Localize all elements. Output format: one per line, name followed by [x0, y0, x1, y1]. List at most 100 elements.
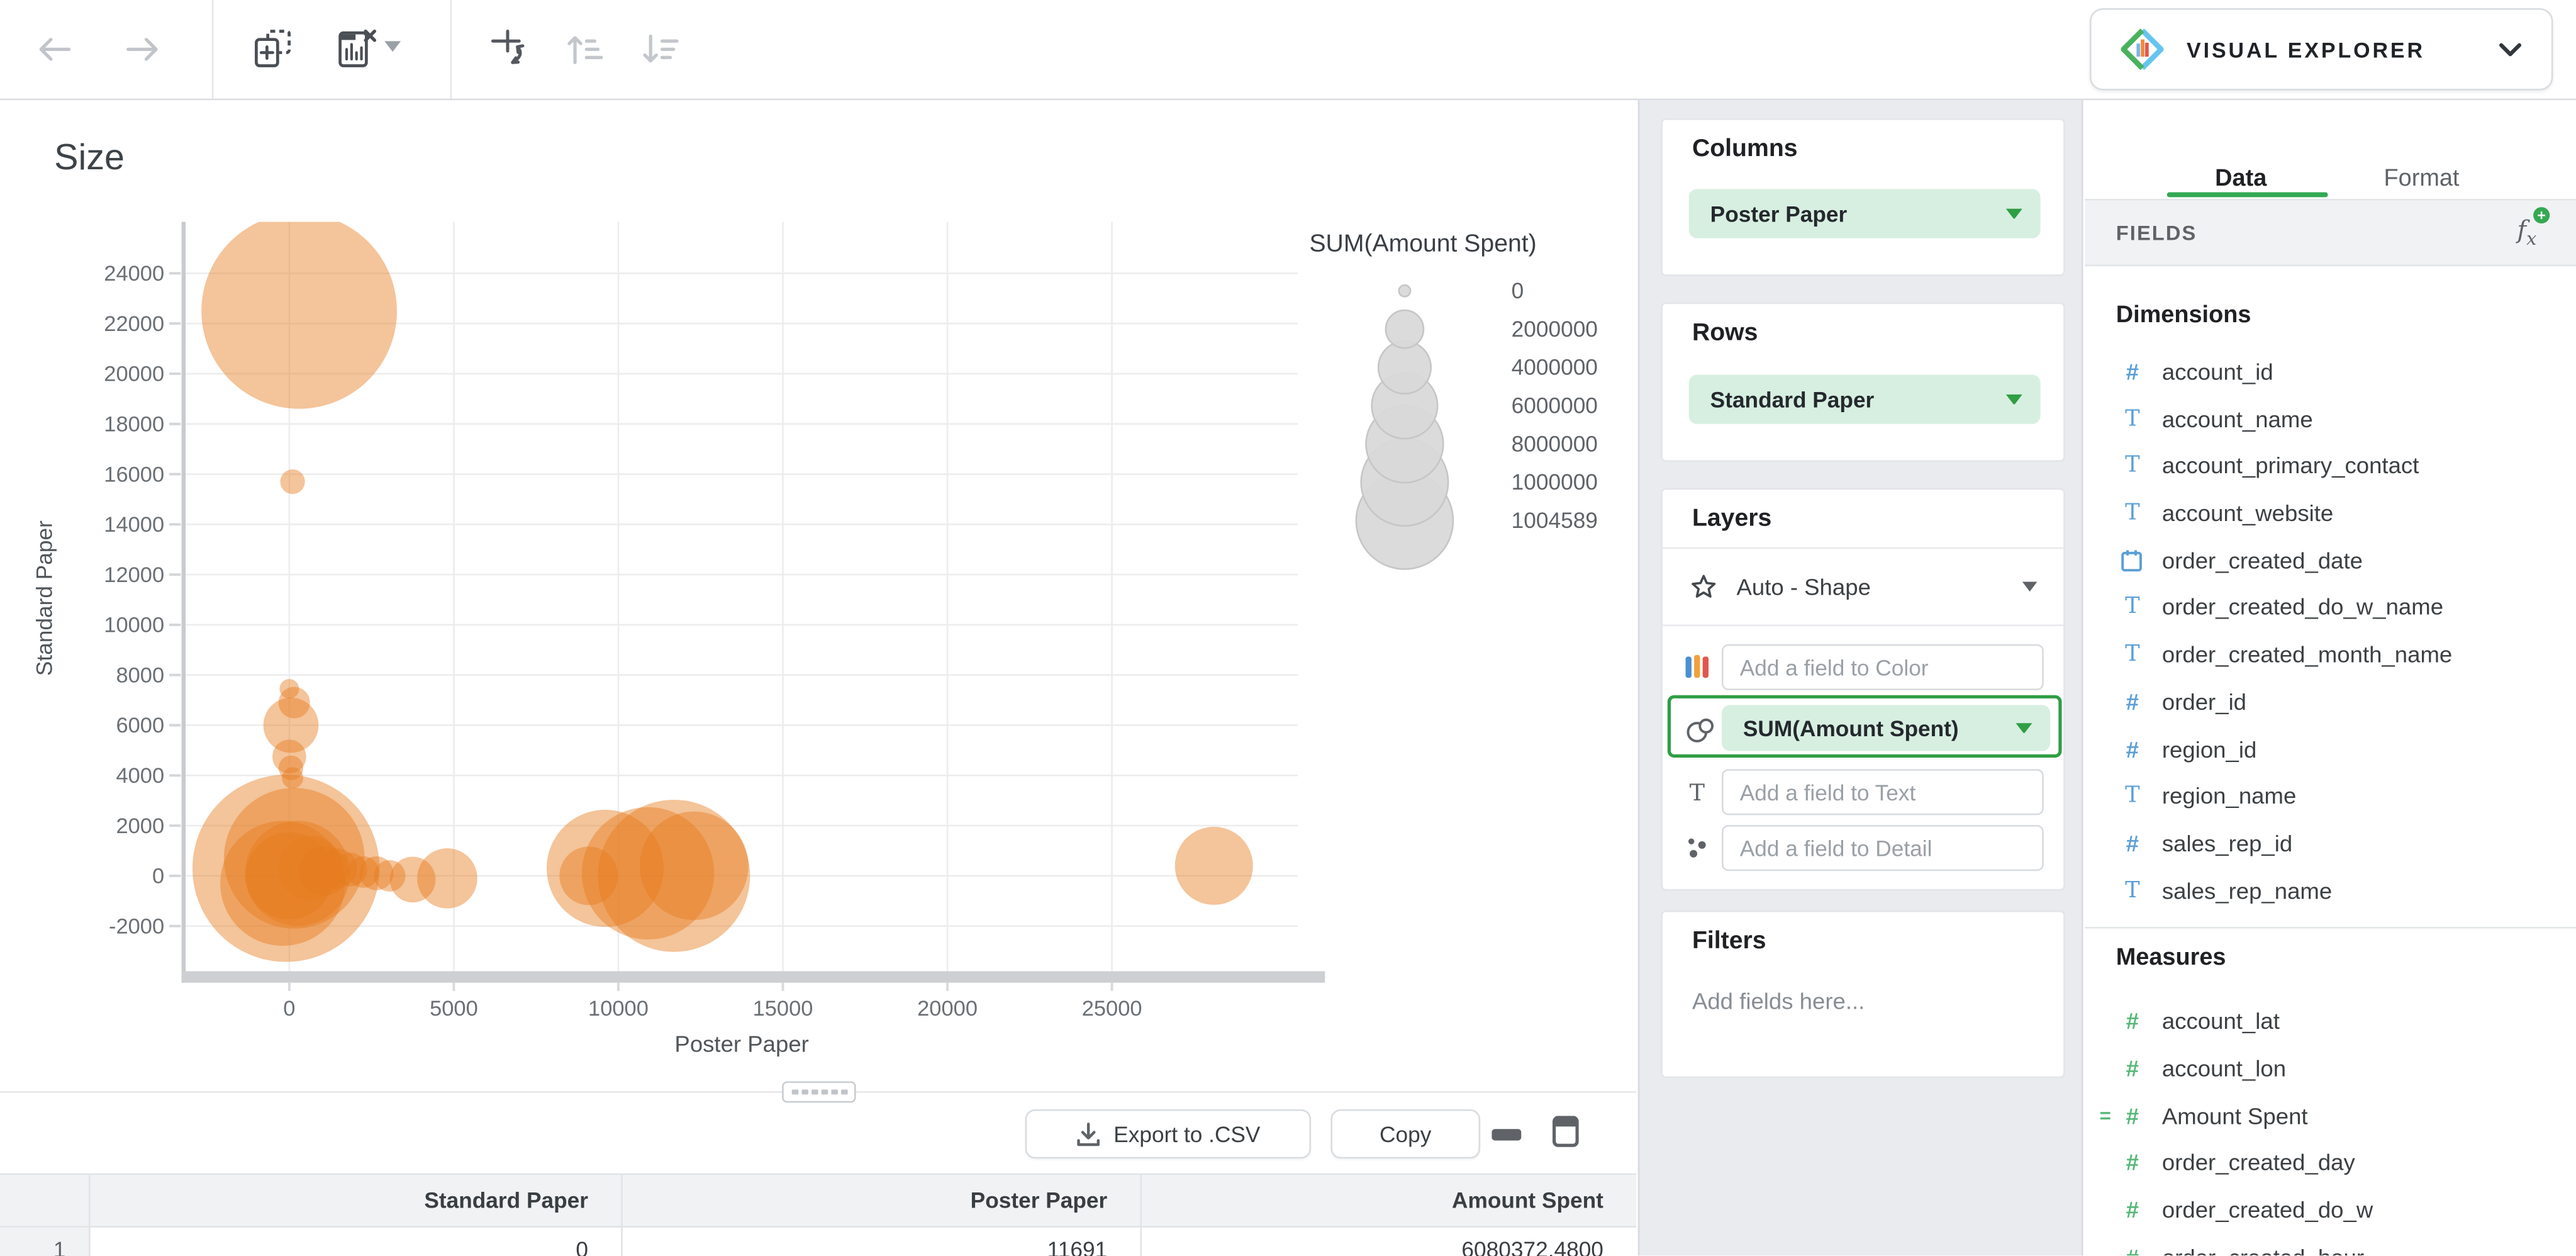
legend-circle [1378, 341, 1431, 394]
field-item[interactable]: Taccount_primary_contact [2116, 443, 2576, 490]
visual-explorer-button[interactable]: VISUAL EXPLORER [2090, 8, 2553, 91]
field-item[interactable]: #account_id [2116, 349, 2576, 396]
rows-field-pill[interactable]: Standard Paper [1689, 374, 2041, 423]
field-item[interactable]: #account_lon [2116, 1045, 2576, 1092]
row-number-header [0, 1175, 91, 1226]
svg-text:T: T [1690, 781, 1705, 804]
back-arrow-icon[interactable] [36, 36, 72, 62]
export-csv-label: Export to .CSV [1113, 1121, 1260, 1146]
color-icon [1686, 655, 1709, 680]
copy-button[interactable]: Copy [1330, 1109, 1480, 1158]
sort-ascending-icon[interactable] [562, 28, 605, 70]
tab-format[interactable]: Format [2348, 100, 2495, 221]
field-item[interactable]: =#Amount Spent [2116, 1092, 2576, 1140]
x-tick-label: 25000 [1082, 997, 1142, 1021]
bubble[interactable] [640, 812, 749, 921]
caret-down-icon [2022, 582, 2038, 592]
y-tick-label: 2000 [116, 814, 164, 838]
y-tick-label: 0 [152, 865, 164, 889]
columns-title: Columns [1692, 135, 2063, 162]
export-csv-button[interactable]: Export to .CSV [1025, 1109, 1311, 1158]
field-item[interactable]: #region_id [2116, 726, 2576, 773]
columns-card: Columns Poster Paper [1661, 118, 2065, 276]
column-header[interactable]: Amount Spent [1142, 1175, 1636, 1226]
bubble[interactable] [281, 469, 305, 494]
field-item[interactable]: Torder_created_do_w_name [2116, 584, 2576, 631]
shape-layer-row: SUM(Amount Spent) [1663, 695, 2063, 765]
size-legend: SUM(Amount Spent)02000000400000060000008… [1309, 230, 1597, 569]
result-table-header: Standard Paper Poster Paper Amount Spent [0, 1175, 1636, 1228]
active-tab-indicator [2167, 193, 2328, 198]
detail-field-input[interactable] [1722, 825, 2044, 871]
legend-label: 1000000 [1512, 470, 1598, 495]
visual-explorer-app: VISUAL EXPLORER Size 0500010000150002000… [0, 0, 2576, 1255]
sort-descending-icon[interactable] [637, 28, 680, 70]
field-item[interactable]: #sales_rep_id [2116, 820, 2576, 867]
shape-field-pill[interactable]: SUM(Amount Spent) [1722, 705, 2050, 751]
resize-handle[interactable] [782, 1081, 856, 1102]
toolbar: VISUAL EXPLORER [0, 0, 2576, 100]
swap-axes-icon[interactable] [486, 26, 532, 72]
y-axis-label: Standard Paper [32, 520, 57, 676]
shape-field-label: SUM(Amount Spent) [1743, 715, 2016, 740]
forward-arrow-icon[interactable] [125, 36, 160, 62]
table-cell: 11691 [623, 1228, 1142, 1256]
field-item[interactable]: Tregion_name [2116, 773, 2576, 820]
legend-circle [1386, 310, 1424, 348]
config-panel: Columns Poster Paper Rows Standard Paper… [1638, 100, 2083, 1255]
expand-table-icon[interactable] [1553, 1116, 1579, 1147]
filters-card[interactable]: Filters Add fields here... [1661, 911, 2065, 1078]
filters-placeholder: Add fields here... [1692, 988, 2063, 1014]
tab-data[interactable]: Data [2151, 100, 2331, 221]
measures-title: Measures [2116, 945, 2576, 988]
collapse-table-icon[interactable] [1492, 1129, 1521, 1142]
bubble-chart[interactable]: 0500010000150002000025000-20000200040006… [0, 100, 1636, 1086]
visual-explorer-logo-icon [2121, 28, 2164, 70]
table-cell: 0 [91, 1228, 623, 1256]
column-header[interactable]: Poster Paper [623, 1175, 1142, 1226]
caret-down-icon [2016, 722, 2032, 733]
add-formula-icon[interactable]: fx+ [2517, 215, 2537, 250]
copy-label: Copy [1380, 1121, 1431, 1146]
field-item[interactable]: Tsales_rep_name [2116, 867, 2576, 914]
fields-list: Dimensions #account_idTaccount_nameTacco… [2085, 266, 2576, 1255]
toolbar-separator [212, 0, 214, 99]
x-tick-label: 15000 [753, 997, 813, 1021]
table-cell: 6080372.4800 [1142, 1228, 1636, 1256]
chart-type-caret-icon[interactable] [384, 41, 401, 52]
color-field-input[interactable] [1722, 644, 2044, 690]
y-tick-label: 8000 [116, 663, 164, 687]
column-header[interactable]: Standard Paper [91, 1175, 623, 1226]
field-item[interactable]: order_created_date [2116, 537, 2576, 584]
text-field-input[interactable] [1722, 769, 2044, 815]
columns-field-pill[interactable]: Poster Paper [1689, 189, 2041, 238]
caret-down-icon [2006, 208, 2022, 219]
fields-panel: Data Format FIELDS fx+ Dimensions #accou… [2085, 100, 2576, 1255]
bubble[interactable] [201, 213, 397, 409]
field-item[interactable]: Torder_created_month_name [2116, 631, 2576, 678]
field-item[interactable]: #order_created_hour [2116, 1234, 2576, 1256]
field-item[interactable]: Taccount_name [2116, 396, 2576, 443]
y-tick-label: 18000 [104, 412, 164, 436]
y-tick-label: 22000 [104, 312, 164, 336]
mark-type-selector[interactable]: Auto - Shape [1663, 549, 2063, 626]
x-tick-label: 0 [283, 997, 295, 1021]
x-tick-label: 10000 [588, 997, 649, 1021]
y-tick-label: 14000 [104, 513, 164, 537]
field-item[interactable]: #order_created_day [2116, 1140, 2576, 1187]
legend-title: SUM(Amount Spent) [1309, 230, 1536, 257]
field-item[interactable]: #order_id [2116, 678, 2576, 726]
legend-label: 1004589 [1512, 508, 1598, 533]
field-item[interactable]: Taccount_website [2116, 490, 2576, 537]
bubble[interactable] [417, 848, 477, 909]
x-tick-label: 5000 [430, 997, 478, 1021]
detail-layer-row [1663, 820, 2063, 876]
add-chart-icon[interactable] [250, 26, 296, 72]
bubble[interactable] [1175, 827, 1253, 905]
remove-chart-icon[interactable] [333, 26, 379, 72]
download-icon [1076, 1121, 1100, 1146]
field-item[interactable]: #account_lat [2116, 998, 2576, 1045]
legend-circle [1399, 285, 1410, 296]
rows-title: Rows [1692, 319, 2063, 347]
field-item[interactable]: #order_created_do_w [2116, 1187, 2576, 1234]
